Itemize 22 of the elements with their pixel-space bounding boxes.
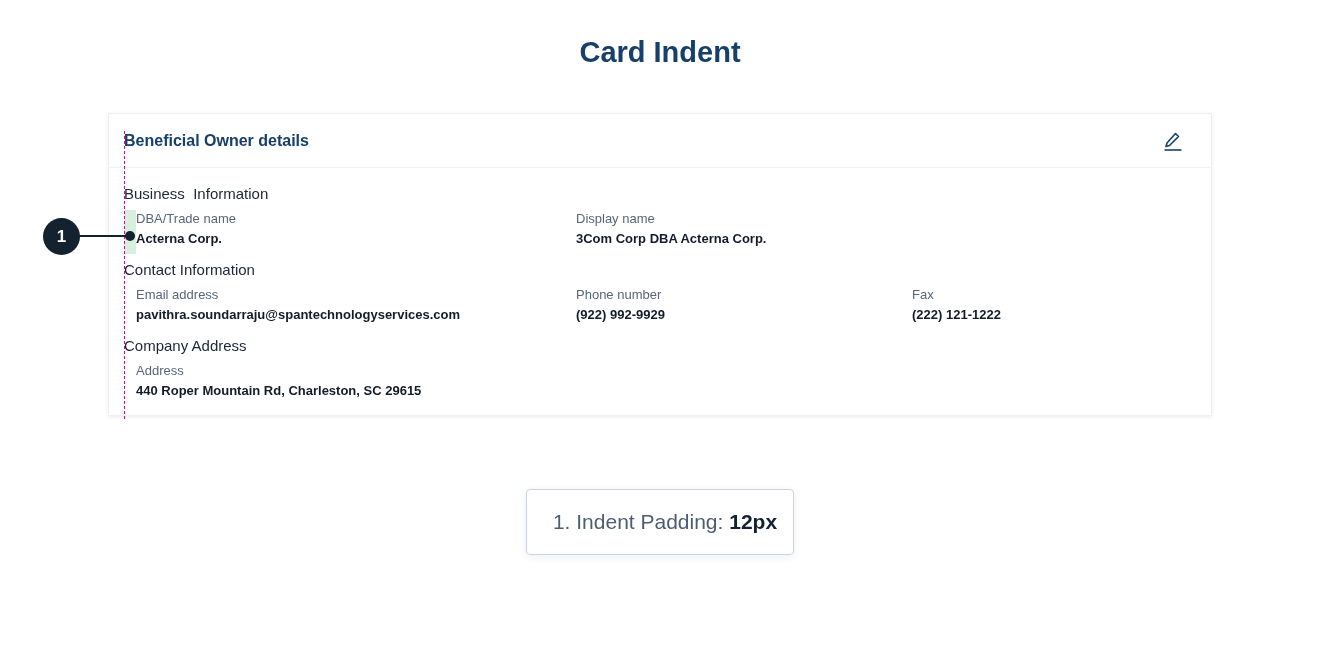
marker-dot	[125, 231, 135, 241]
field-label: Display name	[576, 211, 656, 226]
page-title: Card Indent	[579, 35, 741, 70]
field-label: Address	[136, 363, 185, 378]
field-label: Phone number	[576, 287, 663, 302]
section-heading: Company Address	[124, 337, 248, 355]
field-label: DBA/Trade name	[136, 211, 237, 226]
card-title: Beneficial Owner details	[124, 131, 309, 150]
edit-button[interactable]	[1163, 130, 1183, 151]
field-value: 440 Roper Mountain Rd, Charleston, SC 29615	[136, 383, 423, 399]
field-value: 3Com Corp DBA Acterna Corp.	[576, 231, 768, 247]
section-heading: Business Information	[124, 185, 270, 203]
field-value: (222) 121-1222	[912, 307, 1002, 323]
field-label: Fax	[912, 287, 935, 302]
field-value: Acterna Corp.	[136, 231, 223, 247]
legend-text: 1. Indent Padding: 12px	[552, 510, 778, 533]
pencil-icon	[1163, 130, 1183, 151]
field-label: Email address	[136, 287, 220, 302]
annotation-badge: 1	[43, 218, 80, 255]
section-heading: Contact Information	[124, 261, 256, 279]
field-value: (922) 992-9929	[576, 307, 666, 323]
field-value: pavithra.soundarraju@spantechnologyservices.com	[136, 307, 462, 323]
